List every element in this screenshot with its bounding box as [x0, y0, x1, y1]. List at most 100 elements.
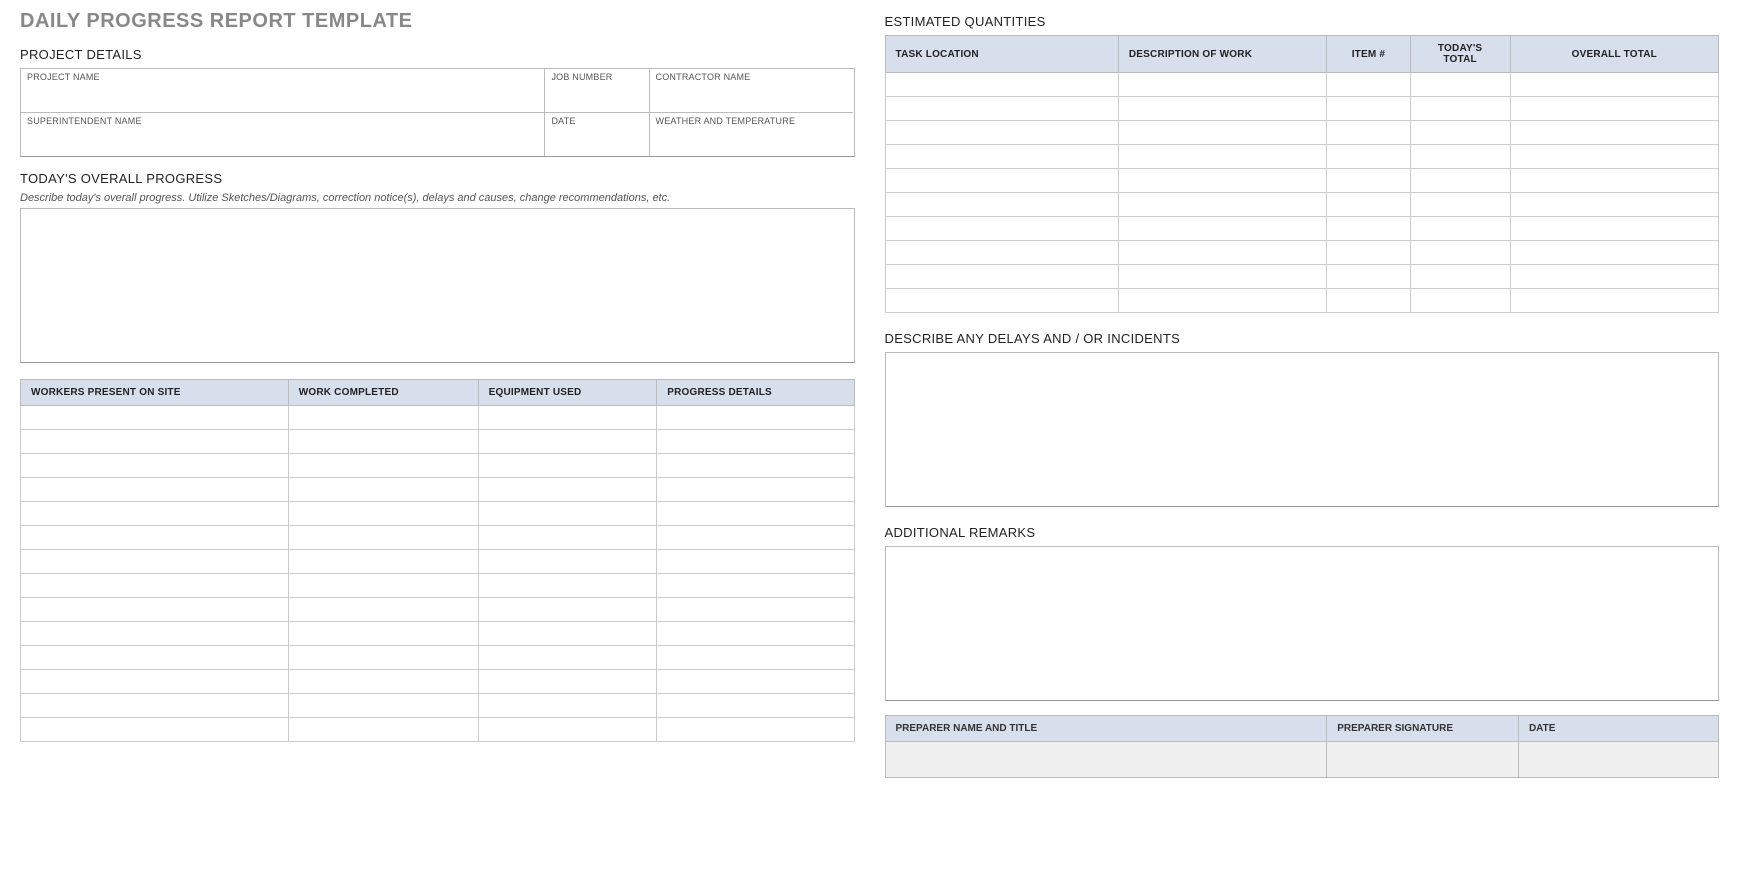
table-cell[interactable] [21, 598, 289, 622]
table-cell[interactable] [657, 454, 854, 478]
table-cell[interactable] [657, 670, 854, 694]
table-cell[interactable] [478, 430, 657, 454]
table-cell[interactable] [1510, 145, 1718, 169]
field-project-name[interactable] [21, 84, 544, 112]
table-cell[interactable] [1327, 241, 1410, 265]
table-cell[interactable] [657, 502, 854, 526]
table-cell[interactable] [1327, 289, 1410, 313]
table-cell[interactable] [885, 97, 1118, 121]
table-cell[interactable] [657, 694, 854, 718]
table-cell[interactable] [288, 526, 478, 550]
table-cell[interactable] [1410, 265, 1510, 289]
table-cell[interactable] [21, 526, 289, 550]
table-cell[interactable] [478, 550, 657, 574]
table-cell[interactable] [21, 478, 289, 502]
preparer-cell[interactable] [885, 742, 1327, 778]
table-cell[interactable] [288, 646, 478, 670]
table-cell[interactable] [1118, 217, 1326, 241]
table-cell[interactable] [21, 622, 289, 646]
table-cell[interactable] [1410, 217, 1510, 241]
field-contractor-name[interactable] [650, 84, 854, 112]
preparer-cell[interactable] [1518, 742, 1718, 778]
table-cell[interactable] [885, 169, 1118, 193]
table-cell[interactable] [885, 73, 1118, 97]
table-cell[interactable] [478, 406, 657, 430]
table-cell[interactable] [1327, 145, 1410, 169]
table-cell[interactable] [1327, 121, 1410, 145]
table-cell[interactable] [657, 406, 854, 430]
table-cell[interactable] [21, 550, 289, 574]
table-cell[interactable] [1118, 97, 1326, 121]
table-cell[interactable] [1410, 241, 1510, 265]
table-cell[interactable] [288, 598, 478, 622]
table-cell[interactable] [21, 670, 289, 694]
table-cell[interactable] [1118, 289, 1326, 313]
table-cell[interactable] [1327, 73, 1410, 97]
table-cell[interactable] [1327, 193, 1410, 217]
table-cell[interactable] [1118, 265, 1326, 289]
table-cell[interactable] [288, 550, 478, 574]
field-job-number[interactable] [545, 84, 648, 112]
table-cell[interactable] [657, 574, 854, 598]
table-cell[interactable] [288, 718, 478, 742]
table-cell[interactable] [885, 289, 1118, 313]
table-cell[interactable] [288, 430, 478, 454]
table-cell[interactable] [657, 430, 854, 454]
field-superintendent-name[interactable] [21, 128, 544, 156]
table-cell[interactable] [288, 622, 478, 646]
table-cell[interactable] [1510, 289, 1718, 313]
table-cell[interactable] [1327, 265, 1410, 289]
table-cell[interactable] [478, 694, 657, 718]
table-cell[interactable] [657, 550, 854, 574]
table-cell[interactable] [21, 574, 289, 598]
table-cell[interactable] [1510, 97, 1718, 121]
table-cell[interactable] [885, 145, 1118, 169]
table-cell[interactable] [1410, 169, 1510, 193]
table-cell[interactable] [1510, 193, 1718, 217]
table-cell[interactable] [885, 217, 1118, 241]
table-cell[interactable] [288, 694, 478, 718]
field-delays[interactable] [885, 352, 1720, 507]
table-cell[interactable] [478, 574, 657, 598]
table-cell[interactable] [1510, 169, 1718, 193]
table-cell[interactable] [21, 430, 289, 454]
table-cell[interactable] [657, 718, 854, 742]
field-overall-progress[interactable] [20, 208, 855, 363]
table-cell[interactable] [1118, 73, 1326, 97]
table-cell[interactable] [288, 670, 478, 694]
field-remarks[interactable] [885, 546, 1720, 701]
table-cell[interactable] [1118, 241, 1326, 265]
table-cell[interactable] [478, 670, 657, 694]
table-cell[interactable] [478, 598, 657, 622]
field-weather-temp[interactable] [650, 128, 854, 156]
table-cell[interactable] [1327, 169, 1410, 193]
table-cell[interactable] [1118, 169, 1326, 193]
table-cell[interactable] [21, 694, 289, 718]
table-cell[interactable] [1410, 121, 1510, 145]
table-cell[interactable] [1510, 265, 1718, 289]
table-cell[interactable] [478, 502, 657, 526]
table-cell[interactable] [1410, 97, 1510, 121]
preparer-cell[interactable] [1327, 742, 1519, 778]
table-cell[interactable] [478, 454, 657, 478]
table-cell[interactable] [885, 265, 1118, 289]
table-cell[interactable] [478, 526, 657, 550]
table-cell[interactable] [1510, 241, 1718, 265]
table-cell[interactable] [657, 526, 854, 550]
table-cell[interactable] [288, 454, 478, 478]
field-date[interactable] [545, 128, 648, 156]
table-cell[interactable] [478, 622, 657, 646]
table-cell[interactable] [885, 193, 1118, 217]
table-cell[interactable] [21, 502, 289, 526]
table-cell[interactable] [885, 241, 1118, 265]
table-cell[interactable] [657, 598, 854, 622]
table-cell[interactable] [1510, 121, 1718, 145]
table-cell[interactable] [21, 406, 289, 430]
table-cell[interactable] [1410, 145, 1510, 169]
table-cell[interactable] [478, 646, 657, 670]
table-cell[interactable] [885, 121, 1118, 145]
table-cell[interactable] [1327, 97, 1410, 121]
table-cell[interactable] [288, 478, 478, 502]
table-cell[interactable] [288, 574, 478, 598]
table-cell[interactable] [21, 646, 289, 670]
